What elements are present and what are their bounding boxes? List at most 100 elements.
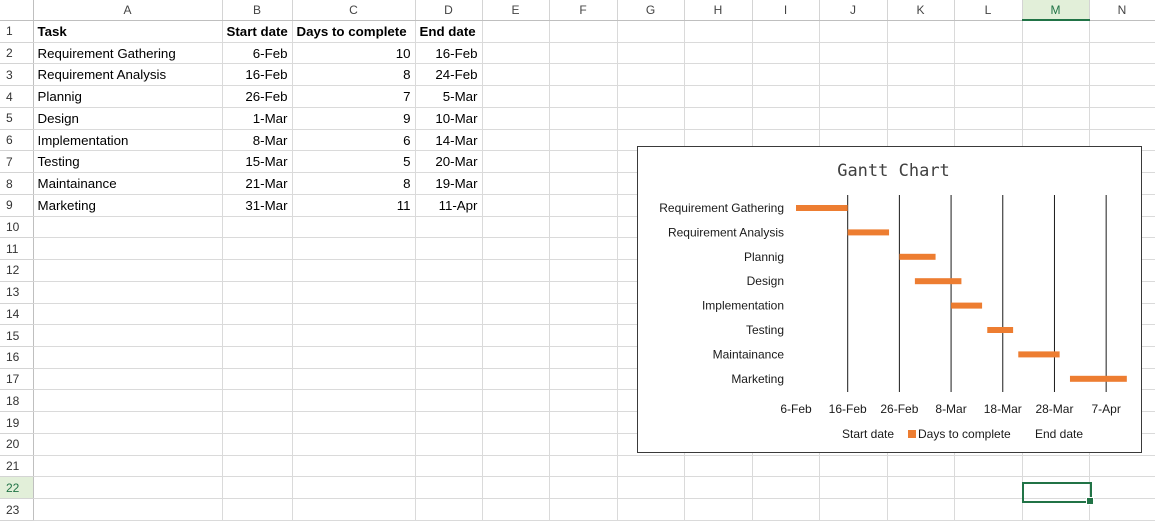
cell-f11[interactable] [549, 237, 618, 261]
gantt-chart[interactable]: Gantt Chart Requirement Gathering Requirem… [637, 146, 1142, 453]
cell-j22[interactable] [819, 476, 888, 500]
cell-a7[interactable]: Testing [33, 150, 223, 174]
cell-c9[interactable]: 11 [292, 194, 416, 217]
cell-j23[interactable] [819, 498, 888, 521]
cell-d20[interactable] [415, 433, 483, 456]
cell-a8[interactable]: Maintainance [33, 172, 223, 195]
cell-d7[interactable]: 20-Mar [415, 150, 483, 174]
cell-b16[interactable] [222, 346, 293, 369]
row-header-9[interactable]: 9 [0, 194, 34, 217]
cell-a21[interactable] [33, 455, 223, 478]
cell-m22[interactable] [1022, 476, 1090, 500]
cell-d13[interactable] [415, 281, 483, 304]
cell-l1[interactable] [954, 20, 1023, 43]
row-header-5[interactable]: 5 [0, 107, 34, 130]
cell-c17[interactable] [292, 368, 416, 391]
column-header-n[interactable]: N [1089, 0, 1155, 21]
cell-a5[interactable]: Design [33, 107, 223, 130]
cell-f16[interactable] [549, 346, 618, 369]
cell-c4[interactable]: 7 [292, 85, 416, 108]
cell-e1[interactable] [482, 20, 550, 43]
cell-c15[interactable] [292, 324, 416, 348]
cell-d18[interactable] [415, 389, 483, 413]
cell-f23[interactable] [549, 498, 618, 521]
cell-a14[interactable] [33, 303, 223, 326]
cell-d11[interactable] [415, 237, 483, 261]
cell-d17[interactable] [415, 368, 483, 391]
row-header-10[interactable]: 10 [0, 216, 34, 239]
cell-f3[interactable] [549, 63, 618, 87]
cell-n3[interactable] [1089, 63, 1155, 87]
cell-e21[interactable] [482, 455, 550, 478]
row-header-23[interactable]: 23 [0, 498, 34, 521]
cell-c22[interactable] [292, 476, 416, 500]
cell-e17[interactable] [482, 368, 550, 391]
cell-h4[interactable] [684, 85, 753, 108]
row-header-12[interactable]: 12 [0, 259, 34, 282]
cell-i5[interactable] [752, 107, 820, 130]
select-all-corner[interactable] [0, 0, 34, 21]
cell-b10[interactable] [222, 216, 293, 239]
row-header-13[interactable]: 13 [0, 281, 34, 304]
column-header-l[interactable]: L [954, 0, 1023, 21]
row-header-21[interactable]: 21 [0, 455, 34, 478]
cell-c18[interactable] [292, 389, 416, 413]
cell-b23[interactable] [222, 498, 293, 521]
cell-d2[interactable]: 16-Feb [415, 42, 483, 65]
cell-m23[interactable] [1022, 498, 1090, 521]
cell-f6[interactable] [549, 129, 618, 152]
cell-g5[interactable] [617, 107, 685, 130]
cell-f15[interactable] [549, 324, 618, 348]
row-header-8[interactable]: 8 [0, 172, 34, 195]
cell-i1[interactable] [752, 20, 820, 43]
cell-j21[interactable] [819, 455, 888, 478]
cell-b8[interactable]: 21-Mar [222, 172, 293, 195]
cell-g2[interactable] [617, 42, 685, 65]
cell-l3[interactable] [954, 63, 1023, 87]
cell-g1[interactable] [617, 20, 685, 43]
cell-i23[interactable] [752, 498, 820, 521]
cell-b13[interactable] [222, 281, 293, 304]
cell-c2[interactable]: 10 [292, 42, 416, 65]
cell-c8[interactable]: 8 [292, 172, 416, 195]
cell-h23[interactable] [684, 498, 753, 521]
cell-g4[interactable] [617, 85, 685, 108]
column-header-a[interactable]: A [33, 0, 223, 21]
column-header-b[interactable]: B [222, 0, 293, 21]
cell-c20[interactable] [292, 433, 416, 456]
cell-g23[interactable] [617, 498, 685, 521]
cell-d21[interactable] [415, 455, 483, 478]
cell-h3[interactable] [684, 63, 753, 87]
cell-d23[interactable] [415, 498, 483, 521]
cell-k1[interactable] [887, 20, 955, 43]
cell-j5[interactable] [819, 107, 888, 130]
column-header-d[interactable]: D [415, 0, 483, 21]
cell-b6[interactable]: 8-Mar [222, 129, 293, 152]
cell-b12[interactable] [222, 259, 293, 282]
cell-m4[interactable] [1022, 85, 1090, 108]
cell-d16[interactable] [415, 346, 483, 369]
cell-a13[interactable] [33, 281, 223, 304]
cell-e18[interactable] [482, 389, 550, 413]
row-header-2[interactable]: 2 [0, 42, 34, 65]
cell-f9[interactable] [549, 194, 618, 217]
cell-e8[interactable] [482, 172, 550, 195]
cell-i4[interactable] [752, 85, 820, 108]
cell-f14[interactable] [549, 303, 618, 326]
row-header-7[interactable]: 7 [0, 150, 34, 174]
cell-a9[interactable]: Marketing [33, 194, 223, 217]
cell-f18[interactable] [549, 389, 618, 413]
cell-b14[interactable] [222, 303, 293, 326]
cell-c23[interactable] [292, 498, 416, 521]
cell-f5[interactable] [549, 107, 618, 130]
cell-a19[interactable] [33, 411, 223, 434]
cell-a17[interactable] [33, 368, 223, 391]
row-header-15[interactable]: 15 [0, 324, 34, 348]
cell-m1[interactable] [1022, 20, 1090, 43]
column-header-m[interactable]: M [1022, 0, 1090, 21]
cell-c14[interactable] [292, 303, 416, 326]
cell-d15[interactable] [415, 324, 483, 348]
cell-l5[interactable] [954, 107, 1023, 130]
cell-k4[interactable] [887, 85, 955, 108]
cell-e14[interactable] [482, 303, 550, 326]
